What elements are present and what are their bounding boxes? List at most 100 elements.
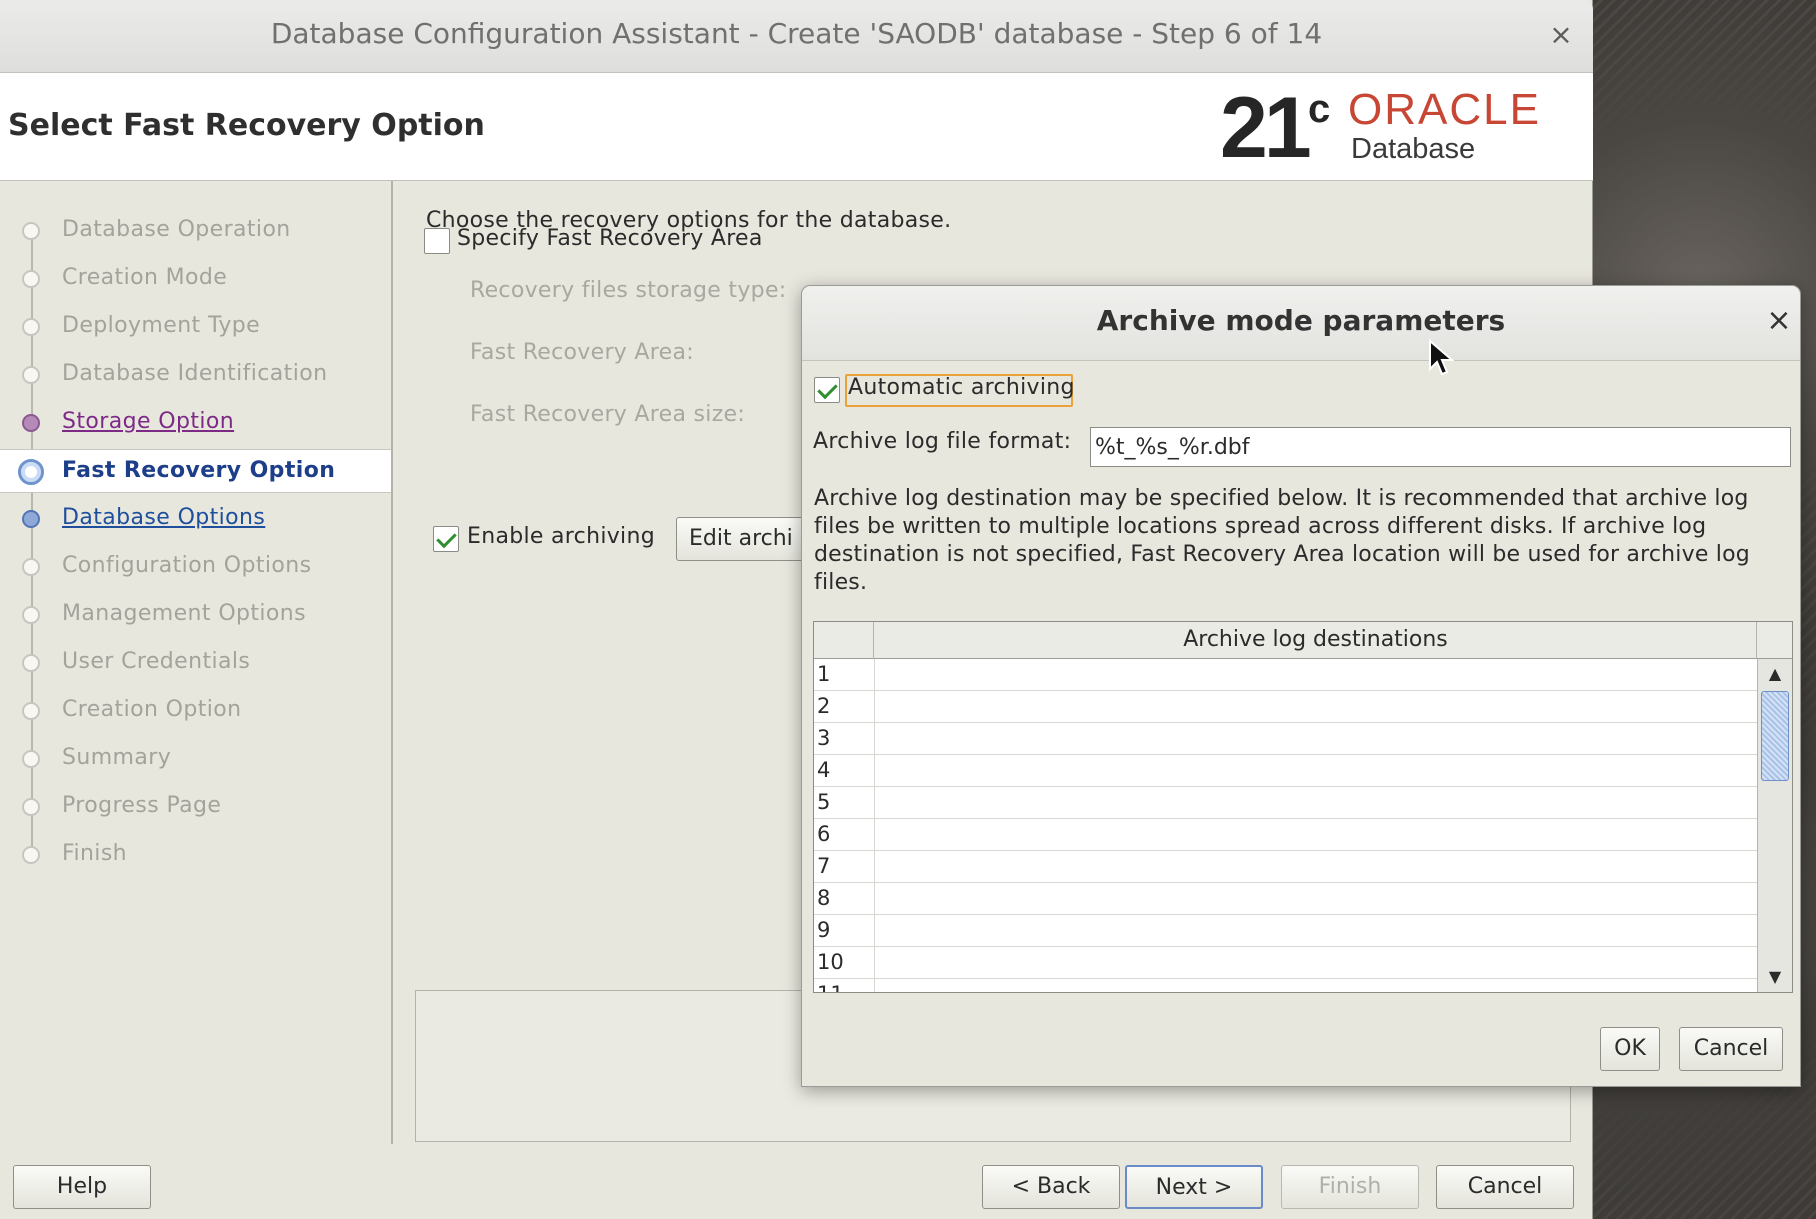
table-row[interactable]: 3 <box>814 723 1757 755</box>
step-indicator-icon <box>22 270 40 288</box>
nav-step-item: Summary <box>0 737 391 781</box>
nav-step-item: Database Identification <box>0 353 391 397</box>
table-row[interactable]: 2 <box>814 691 1757 723</box>
table-scrollbar[interactable]: ▲ ▼ <box>1757 659 1792 992</box>
nav-step-item: Database Operation <box>0 209 391 253</box>
nav-step-label: Storage Option <box>62 409 235 434</box>
dialog-cancel-button[interactable]: Cancel <box>1679 1027 1783 1071</box>
destination-cell[interactable] <box>874 851 1757 883</box>
nav-step-label: Fast Recovery Option <box>62 458 336 483</box>
destination-cell[interactable] <box>874 659 1757 691</box>
row-index: 8 <box>817 886 831 910</box>
storage-type-label: Recovery files storage type: <box>470 278 787 303</box>
table-row[interactable]: 5 <box>814 787 1757 819</box>
destination-cell[interactable] <box>874 947 1757 979</box>
nav-step-item: Fast Recovery Option <box>0 449 391 493</box>
nav-step-label: Database Options <box>62 505 266 530</box>
table-header-destinations[interactable]: Archive log destinations <box>875 622 1757 659</box>
row-index: 11 <box>817 982 844 992</box>
cancel-button[interactable]: Cancel <box>1436 1165 1574 1209</box>
table-row[interactable]: 11 <box>814 979 1757 992</box>
step-indicator-icon <box>22 366 40 384</box>
table-row[interactable]: 4 <box>814 755 1757 787</box>
row-index: 3 <box>817 726 831 750</box>
nav-step-label: Summary <box>62 745 172 770</box>
step-indicator-icon <box>22 414 40 432</box>
step-indicator-icon <box>22 606 40 624</box>
nav-step-label: Management Options <box>62 601 307 626</box>
archive-mode-dialog: Archive mode parameters × Automatic arch… <box>801 285 1801 1087</box>
table-row[interactable]: 10 <box>814 947 1757 979</box>
step-indicator-icon <box>22 702 40 720</box>
step-indicator-icon <box>22 510 40 528</box>
table-row[interactable]: 7 <box>814 851 1757 883</box>
page-header: Select Fast Recovery Option 21 c ORACLE … <box>0 73 1593 181</box>
enable-archiving-checkbox[interactable] <box>433 526 459 552</box>
help-button[interactable]: Help <box>13 1165 151 1209</box>
step-indicator-icon <box>22 846 40 864</box>
dialog-titlebar[interactable]: Archive mode parameters × <box>802 286 1800 361</box>
finish-button[interactable]: Finish <box>1281 1165 1419 1209</box>
logo-superscript: c <box>1308 87 1331 131</box>
table-header-index <box>814 622 874 659</box>
fra-location-label: Fast Recovery Area: <box>470 340 694 365</box>
scroll-up-arrow-icon[interactable]: ▲ <box>1758 659 1792 689</box>
step-indicator-icon <box>22 654 40 672</box>
specify-fra-checkbox[interactable] <box>424 228 450 254</box>
specify-fra-label[interactable]: Specify Fast Recovery Area <box>457 226 763 251</box>
step-indicator-icon <box>22 798 40 816</box>
destination-cell[interactable] <box>874 691 1757 723</box>
table-row[interactable]: 6 <box>814 819 1757 851</box>
nav-step-item: Finish <box>0 833 391 877</box>
enable-archiving-label[interactable]: Enable archiving <box>467 524 655 549</box>
window-title: Database Configuration Assistant - Creat… <box>270 17 1323 50</box>
dialog-close-icon[interactable]: × <box>1764 304 1794 338</box>
nav-step-label: Database Operation <box>62 217 291 242</box>
dialog-ok-button[interactable]: OK <box>1600 1027 1660 1071</box>
scroll-thumb[interactable] <box>1761 691 1789 781</box>
steps-navigation: Database Operation Creation Mode Deploymen… <box>0 181 393 1144</box>
row-index: 10 <box>817 950 844 974</box>
row-index: 5 <box>817 790 831 814</box>
table-row[interactable]: 8 <box>814 883 1757 915</box>
logo-version: 21 <box>1220 80 1312 176</box>
destination-cell[interactable] <box>874 883 1757 915</box>
edit-archive-params-button[interactable]: Edit archi <box>676 517 816 561</box>
window-titlebar[interactable]: Database Configuration Assistant - Creat… <box>0 0 1593 73</box>
archive-destinations-table: Archive log destinations 1 2 3 4 5 6 7 8 9 10 11 ▲… <box>813 621 1793 993</box>
row-index: 7 <box>817 854 831 878</box>
destination-cell[interactable] <box>874 819 1757 851</box>
destination-cell[interactable] <box>874 787 1757 819</box>
scroll-down-arrow-icon[interactable]: ▼ <box>1758 962 1792 992</box>
nav-step-item[interactable]: Database Options <box>0 497 391 541</box>
table-header: Archive log destinations <box>814 622 1792 659</box>
archive-format-input[interactable] <box>1090 427 1791 467</box>
nav-step-label: User Credentials <box>62 649 251 674</box>
archive-format-label: Archive log file format: <box>813 429 1072 454</box>
nav-step-label: Database Identification <box>62 361 328 386</box>
destination-cell[interactable] <box>874 979 1757 992</box>
step-indicator-icon <box>18 459 44 485</box>
nav-step-item: Configuration Options <box>0 545 391 589</box>
destination-cell[interactable] <box>874 915 1757 947</box>
table-row[interactable]: 1 <box>814 659 1757 691</box>
automatic-archiving-checkbox[interactable] <box>814 377 840 403</box>
page-title: Select Fast Recovery Option <box>8 108 485 143</box>
destination-cell[interactable] <box>874 723 1757 755</box>
row-index: 9 <box>817 918 831 942</box>
back-button[interactable]: < Back <box>982 1165 1120 1209</box>
logo-product: Database <box>1351 133 1476 165</box>
fra-size-label: Fast Recovery Area size: <box>470 402 746 427</box>
mouse-pointer-icon <box>1429 339 1455 376</box>
automatic-archiving-label[interactable]: Automatic archiving <box>848 375 1075 400</box>
nav-step-item[interactable]: Storage Option <box>0 401 391 445</box>
nav-step-label: Progress Page <box>62 793 222 818</box>
nav-step-label: Configuration Options <box>62 553 312 578</box>
window-close-icon[interactable]: × <box>1546 18 1576 52</box>
next-button[interactable]: Next > <box>1125 1165 1263 1209</box>
row-index: 2 <box>817 694 831 718</box>
table-row[interactable]: 9 <box>814 915 1757 947</box>
step-indicator-icon <box>22 750 40 768</box>
destination-cell[interactable] <box>874 755 1757 787</box>
logo-brand: ORACLE <box>1348 85 1541 134</box>
